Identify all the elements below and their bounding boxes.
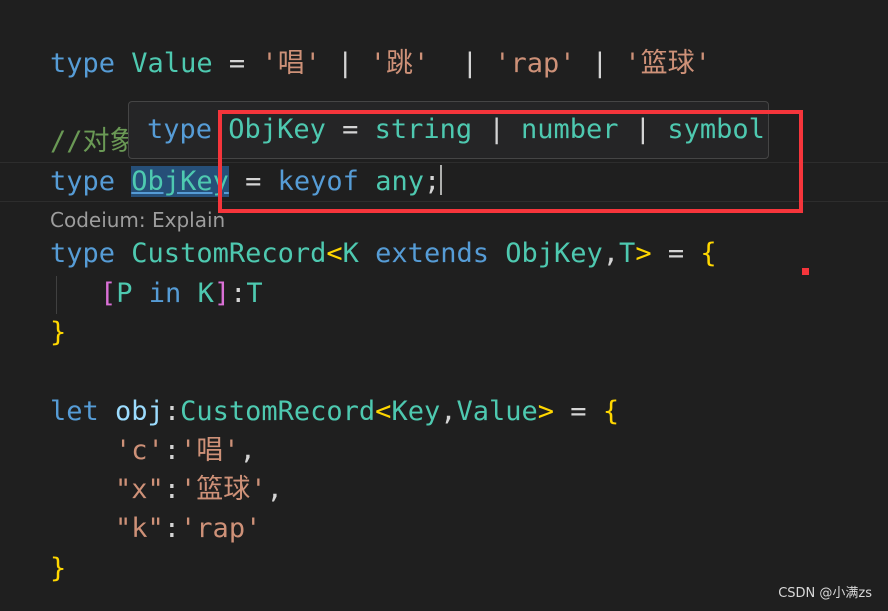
angle-bracket-close: > bbox=[635, 238, 652, 269]
type-param: K bbox=[197, 278, 214, 309]
operator: = bbox=[570, 396, 587, 427]
type-ref: CustomRecord bbox=[180, 396, 376, 427]
property-key: 'c' bbox=[115, 435, 164, 466]
property-key: "k" bbox=[115, 513, 164, 544]
comma: , bbox=[602, 238, 620, 269]
property-value: '唱' bbox=[180, 435, 240, 466]
code-line-value-type[interactable]: type Value = '唱' | '跳' | 'rap' | '篮球' bbox=[50, 44, 711, 84]
variable-name: obj bbox=[115, 396, 164, 427]
code-line-mapped-key[interactable]: [P in K]:T bbox=[100, 274, 263, 314]
type-name: CustomRecord bbox=[131, 238, 327, 269]
watermark: CSDN @小满zs bbox=[778, 586, 872, 601]
type-name-hovered[interactable]: ObjKey bbox=[131, 166, 229, 197]
string-literal: 'rap' bbox=[494, 48, 576, 79]
comma: , bbox=[266, 474, 283, 505]
string-literal: '篮球' bbox=[624, 48, 711, 79]
comma: , bbox=[440, 396, 457, 427]
extends-keyword: extends bbox=[375, 238, 489, 269]
union-operator: | bbox=[591, 48, 609, 79]
type-name: Value bbox=[131, 48, 213, 79]
string-literal: '跳' bbox=[369, 48, 430, 79]
angle-bracket-close: > bbox=[537, 396, 555, 427]
colon: : bbox=[163, 435, 181, 466]
operator: = bbox=[228, 48, 246, 79]
type-param: K bbox=[342, 238, 359, 269]
property-value: 'rap' bbox=[180, 513, 262, 544]
type-param: T bbox=[619, 238, 636, 269]
in-keyword: in bbox=[148, 278, 182, 309]
colon: : bbox=[163, 396, 181, 427]
bracket-open: [ bbox=[100, 278, 117, 309]
type-param: T bbox=[246, 278, 263, 309]
keyword: type bbox=[147, 114, 213, 145]
union-operator: | bbox=[461, 48, 478, 79]
type-ref: Value bbox=[456, 396, 538, 427]
code-editor[interactable]: type Value = '唱' | '跳' | 'rap' | '篮球' //… bbox=[0, 0, 888, 611]
code-line-prop-c[interactable]: 'c':'唱', bbox=[115, 431, 256, 471]
code-line-customrecord-type[interactable]: type CustomRecord<K extends ObjKey,T> = … bbox=[50, 234, 717, 274]
operator: = bbox=[667, 238, 685, 269]
bracket-close: ] bbox=[213, 278, 231, 309]
brace-open: { bbox=[700, 238, 717, 269]
code-line-prop-x[interactable]: "x":'篮球', bbox=[115, 470, 283, 510]
type-ref: Key bbox=[391, 396, 441, 427]
brace-open: { bbox=[602, 396, 620, 427]
string-literal: '唱' bbox=[261, 48, 321, 79]
property-value: '篮球' bbox=[180, 474, 267, 505]
colon: : bbox=[230, 278, 247, 309]
indent-guide bbox=[56, 276, 57, 314]
colon: : bbox=[163, 513, 181, 544]
codeium-explain-codelens[interactable]: Codeium: Explain bbox=[50, 205, 225, 235]
keyword: type bbox=[50, 238, 116, 269]
type-param: P bbox=[116, 278, 133, 309]
code-line-prop-k[interactable]: "k":'rap' bbox=[115, 509, 261, 549]
code-line-obj-declaration[interactable]: let obj:CustomRecord<Key,Value> = { bbox=[50, 392, 619, 432]
red-annotation-dot bbox=[802, 268, 809, 275]
keyword: type bbox=[50, 166, 116, 197]
type-ref: ObjKey bbox=[505, 238, 603, 269]
colon: : bbox=[163, 474, 181, 505]
brace-close[interactable]: } bbox=[50, 549, 66, 589]
angle-bracket-open: < bbox=[326, 238, 343, 269]
red-annotation-box bbox=[218, 110, 803, 213]
code-comment[interactable]: //对象 bbox=[50, 122, 137, 162]
comma: , bbox=[239, 435, 256, 466]
angle-bracket-open: < bbox=[375, 396, 392, 427]
union-operator: | bbox=[337, 48, 354, 79]
property-key: "x" bbox=[115, 474, 164, 505]
brace-close[interactable]: } bbox=[50, 313, 66, 353]
keyword: type bbox=[50, 48, 116, 79]
let-keyword: let bbox=[50, 396, 99, 427]
